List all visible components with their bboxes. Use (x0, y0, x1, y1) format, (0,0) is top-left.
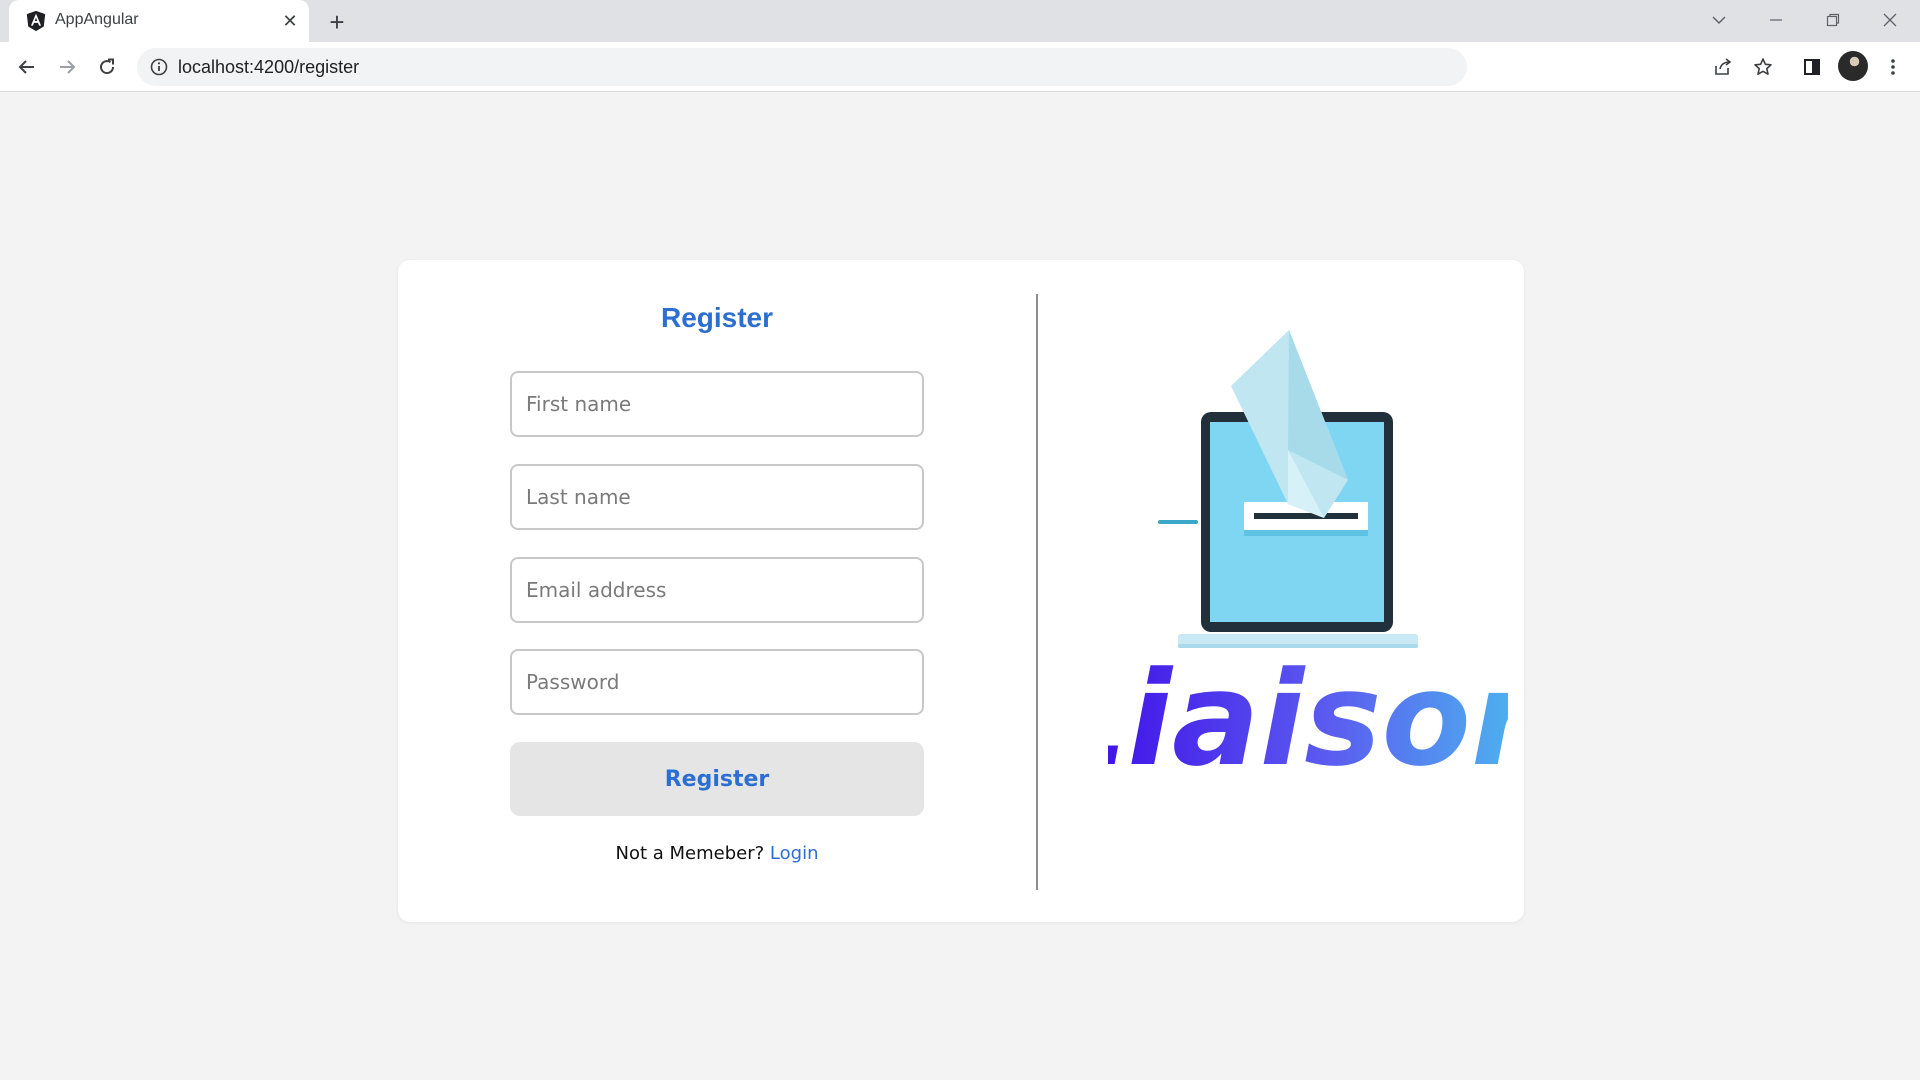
new-tab-button[interactable]: + (323, 7, 351, 37)
login-link[interactable]: Login (770, 843, 819, 864)
close-tab-icon[interactable]: ✕ (279, 10, 301, 32)
liaison-wordmark: Liaison (1108, 656, 1508, 795)
login-prompt: Not a Memeber? Login (398, 843, 1036, 864)
browser-toolbar: localhost:4200/register (0, 42, 1920, 92)
laptop-envelope-illustration (1158, 330, 1418, 648)
info-icon[interactable] (149, 57, 169, 77)
forward-button[interactable] (51, 51, 83, 83)
arrow-right-icon (60, 60, 76, 74)
star-icon[interactable] (1747, 51, 1779, 83)
arrow-left-icon (18, 60, 34, 74)
profile-avatar[interactable] (1838, 51, 1868, 81)
vertical-divider (1036, 294, 1038, 890)
kebab-menu-icon[interactable] (1877, 51, 1909, 83)
reload-icon (100, 58, 115, 75)
tab-strip: AppAngular ✕ + (0, 0, 1920, 42)
email-input[interactable] (510, 557, 924, 623)
login-prompt-text: Not a Memeber? (615, 843, 765, 864)
register-button[interactable]: Register (510, 742, 924, 816)
password-input[interactable] (510, 649, 924, 715)
share-icon[interactable] (1707, 51, 1739, 83)
back-button[interactable] (11, 51, 43, 83)
register-card: Register Register Not a Memeber? Login (398, 260, 1524, 922)
first-name-input[interactable] (510, 371, 924, 437)
minimize-icon[interactable] (1762, 6, 1790, 34)
url-text: localhost:4200/register (178, 57, 360, 77)
angular-logo-icon (26, 10, 46, 32)
close-window-icon[interactable] (1876, 6, 1904, 34)
side-panel-icon[interactable] (1796, 51, 1828, 83)
tab-search-icon[interactable] (1705, 6, 1733, 34)
browser-tab[interactable]: AppAngular ✕ (9, 0, 309, 42)
form-title: Register (660, 302, 774, 333)
tab-title: AppAngular (55, 11, 139, 28)
address-bar[interactable]: localhost:4200/register (137, 48, 1467, 86)
last-name-input[interactable] (510, 464, 924, 530)
reload-button[interactable] (91, 51, 123, 83)
liaison-logo: Liaison (1108, 656, 1508, 795)
restore-icon[interactable] (1819, 6, 1847, 34)
